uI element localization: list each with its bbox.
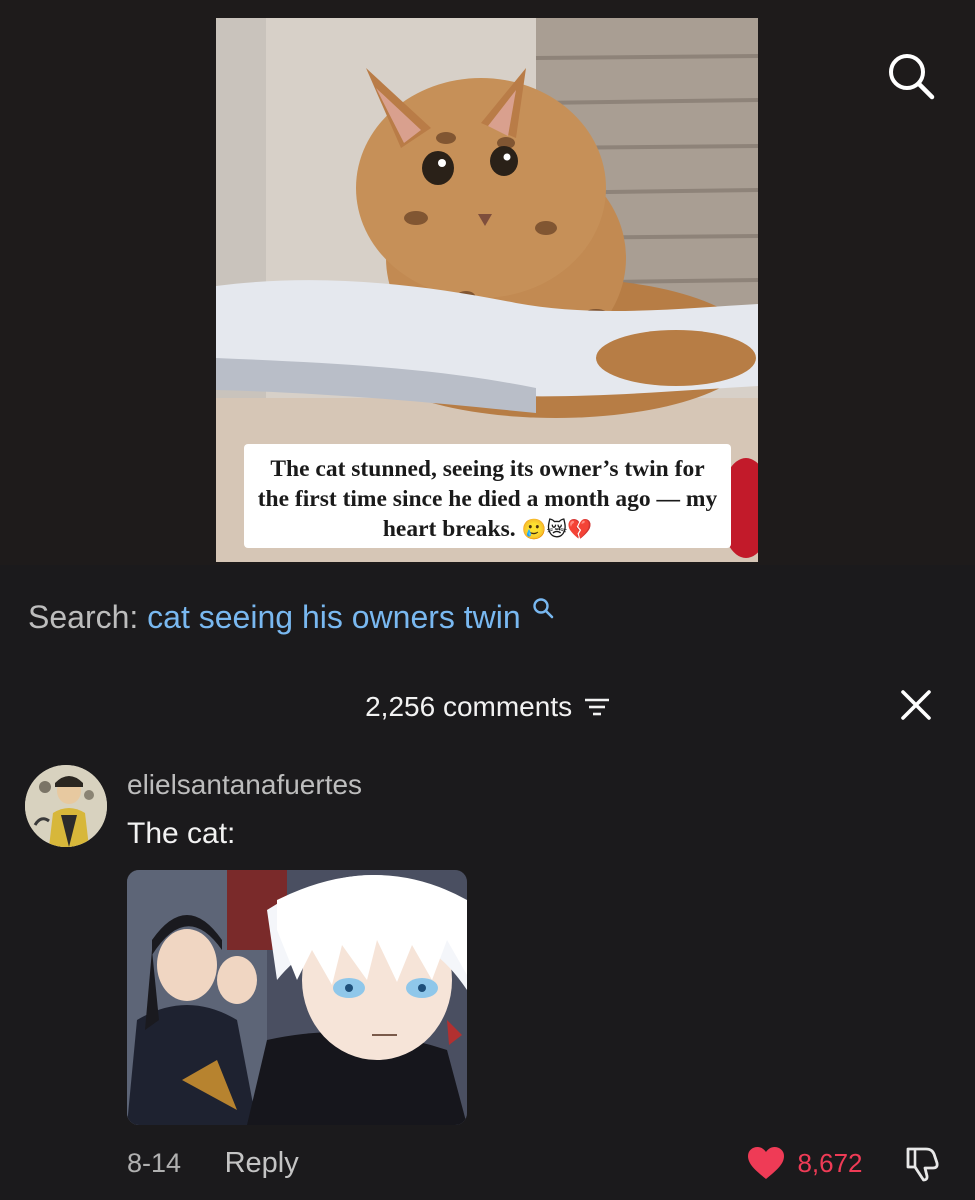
video-caption-text: The cat stunned, seeing its owner’s twin… bbox=[257, 456, 718, 542]
caption-emojis: 🥲😿💔 bbox=[521, 517, 593, 541]
comment-username[interactable]: elielsantanafuertes bbox=[127, 767, 362, 803]
avatar[interactable] bbox=[25, 765, 107, 847]
anime-reaction-image bbox=[127, 870, 467, 1125]
dislike-icon bbox=[906, 1147, 939, 1182]
search-icon bbox=[532, 598, 553, 619]
comments-header: 2,256 comments bbox=[0, 685, 975, 725]
screen: The cat stunned, seeing its owner’s twin… bbox=[0, 0, 975, 1200]
search-icon bbox=[889, 54, 935, 100]
video-area: The cat stunned, seeing its owner’s twin… bbox=[0, 0, 975, 565]
comment-date: 8-14 bbox=[127, 1148, 182, 1178]
comment-attached-image[interactable] bbox=[127, 870, 467, 1125]
like-button[interactable]: 8,672 bbox=[747, 1145, 863, 1181]
close-icon bbox=[901, 690, 931, 720]
video-caption: The cat stunned, seeing its owner’s twin… bbox=[244, 444, 731, 548]
sort-icon[interactable] bbox=[584, 696, 610, 718]
comment-meta: 8-14 Reply bbox=[127, 1145, 299, 1181]
search-suggestion[interactable]: Search: cat seeing his owners twin bbox=[28, 597, 554, 637]
comments-sheet: Search: cat seeing his owners twin 2,256… bbox=[0, 565, 975, 1200]
close-button[interactable] bbox=[896, 685, 936, 725]
like-count: 8,672 bbox=[797, 1148, 863, 1178]
comments-count: 2,256 comments bbox=[365, 690, 573, 722]
heart-icon bbox=[748, 1147, 784, 1179]
comment-text: The cat: bbox=[127, 817, 236, 850]
search-prefix: Search: bbox=[28, 599, 139, 635]
avatar-image bbox=[25, 765, 107, 847]
reply-button[interactable]: Reply bbox=[225, 1145, 299, 1181]
dislike-button[interactable] bbox=[902, 1145, 940, 1183]
search-button[interactable] bbox=[885, 50, 937, 102]
search-query-link[interactable]: cat seeing his owners twin bbox=[147, 599, 521, 635]
